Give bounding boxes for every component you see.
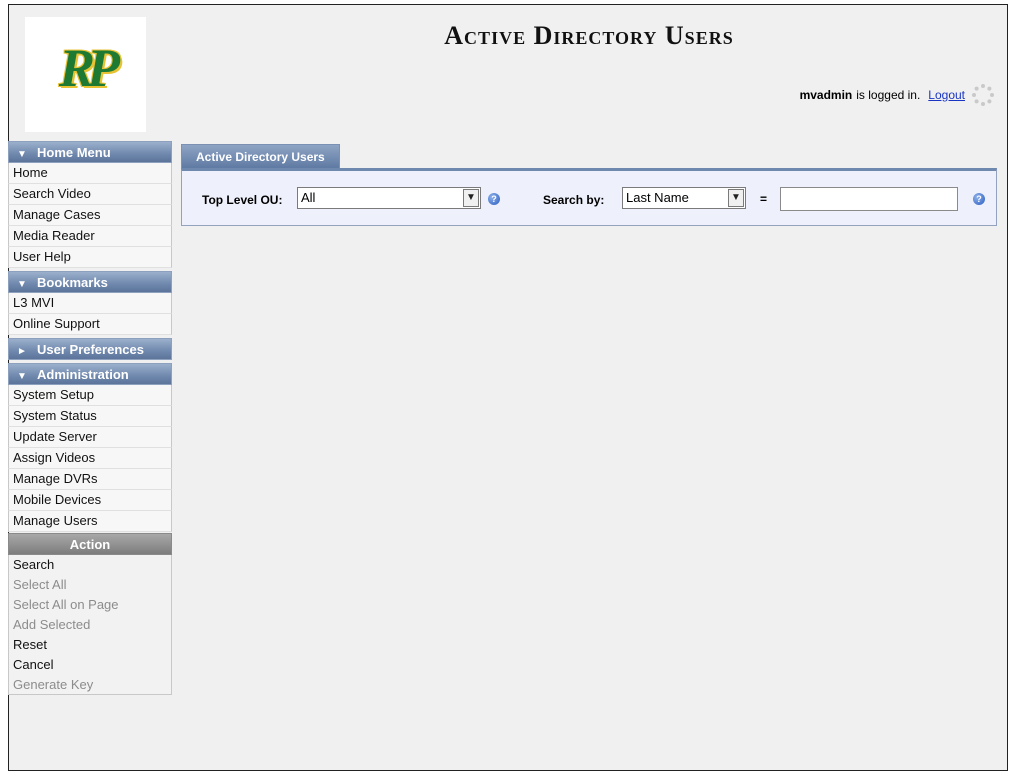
sidebar-item-assign-videos[interactable]: Assign Videos <box>8 448 172 469</box>
search-by-label: Search by: <box>543 193 605 207</box>
action-generate-key: Generate Key <box>8 675 172 695</box>
administration-header[interactable]: ▼ Administration <box>8 363 172 385</box>
expand-arrow-icon: ► <box>17 346 27 357</box>
top-level-ou-label: Top Level OU: <box>202 193 283 207</box>
help-icon[interactable]: ? <box>488 193 500 205</box>
sidebar-item-manage-users[interactable]: Manage Users <box>8 511 172 532</box>
sidebar-item-home[interactable]: Home <box>8 163 172 184</box>
home-menu-title: Home Menu <box>37 145 111 160</box>
sidebar-item-system-status[interactable]: System Status <box>8 406 172 427</box>
sidebar-item-online-support[interactable]: Online Support <box>8 314 172 335</box>
administration-title: Administration <box>37 367 129 382</box>
sidebar-item-l3-mvi[interactable]: L3 MVI <box>8 293 172 314</box>
action-header: Action <box>8 533 172 555</box>
search-by-select[interactable]: Last Name ▼ <box>622 187 746 209</box>
tab-active-directory-users[interactable]: Active Directory Users <box>181 144 340 168</box>
search-by-value: Last Name <box>626 190 689 205</box>
logged-in-username: mvadmin <box>799 88 853 102</box>
search-panel: Top Level OU: All ▼ ? Search by: Last Na… <box>181 168 997 226</box>
action-select-all: Select All <box>8 575 172 595</box>
search-input[interactable] <box>780 187 958 211</box>
action-add-selected: Add Selected <box>8 615 172 635</box>
sidebar-item-system-setup[interactable]: System Setup <box>8 385 172 406</box>
bookmarks-title: Bookmarks <box>37 275 108 290</box>
bookmarks-header[interactable]: ▼ Bookmarks <box>8 271 172 293</box>
logout-link[interactable]: Logout <box>928 88 965 102</box>
top-level-ou-value: All <box>301 190 316 205</box>
sidebar-item-update-server[interactable]: Update Server <box>8 427 172 448</box>
sidebar-item-manage-cases[interactable]: Manage Cases <box>8 205 172 226</box>
action-cancel[interactable]: Cancel <box>8 655 172 675</box>
logged-in-text: is logged in. <box>856 88 921 102</box>
action-reset[interactable]: Reset <box>8 635 172 655</box>
user-preferences-header[interactable]: ► User Preferences <box>8 338 172 360</box>
action-select-all-on-page: Select All on Page <box>8 595 172 615</box>
top-level-ou-select[interactable]: All ▼ <box>297 187 481 209</box>
sidebar-item-manage-dvrs[interactable]: Manage DVRs <box>8 469 172 490</box>
action-search[interactable]: Search <box>8 555 172 575</box>
help-icon[interactable]: ? <box>973 193 985 205</box>
chevron-down-icon: ▼ <box>728 189 744 207</box>
sidebar: ▼ Home Menu Home Search Video Manage Case… <box>8 141 172 695</box>
sidebar-item-user-help[interactable]: User Help <box>8 247 172 268</box>
sidebar-item-search-video[interactable]: Search Video <box>8 184 172 205</box>
sidebar-item-media-reader[interactable]: Media Reader <box>8 226 172 247</box>
user-preferences-title: User Preferences <box>37 342 144 357</box>
equals-sign: = <box>760 192 768 206</box>
home-menu-header[interactable]: ▼ Home Menu <box>8 141 172 163</box>
chevron-down-icon: ▼ <box>463 189 479 207</box>
spinner-icon <box>971 83 995 107</box>
logo-text: RP <box>58 38 120 98</box>
sidebar-item-mobile-devices[interactable]: Mobile Devices <box>8 490 172 511</box>
logo: RP <box>25 17 146 132</box>
page-title: Active Directory Users <box>444 21 734 50</box>
login-status: mvadmin is logged in. Logout <box>800 83 995 107</box>
